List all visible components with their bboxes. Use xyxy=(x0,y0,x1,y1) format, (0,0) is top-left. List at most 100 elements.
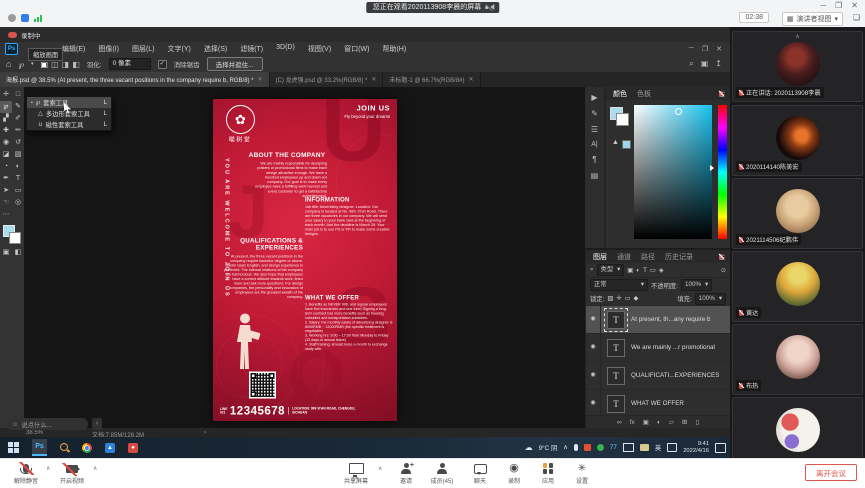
menu-edit[interactable]: 编辑(E) xyxy=(62,44,85,54)
taskbar-clock[interactable]: 9:41 2022/4/16 xyxy=(683,441,709,454)
blend-mode-dropdown[interactable]: 正常 ▾ xyxy=(590,279,648,291)
flyout-polygon-lasso-tool[interactable]: △ 多边形套索工具 L xyxy=(27,108,111,119)
share-options-chevron[interactable]: ∧ xyxy=(378,465,382,472)
properties-panel-icon[interactable]: ☰ xyxy=(591,125,598,134)
chat-input[interactable]: ☺ 说点什么... xyxy=(6,418,88,430)
hand-tool-icon[interactable]: ☜ xyxy=(0,197,12,209)
canvas-area[interactable]: U S J O ✿ 喵树堂 JOIN US Fly beyond your dr… xyxy=(24,87,585,428)
adjustment-layer-icon[interactable]: ◐ xyxy=(657,419,661,426)
lock-all-icon[interactable]: ◆ xyxy=(634,295,639,302)
brush-tool-icon[interactable]: ✏ xyxy=(12,125,24,137)
layer-row[interactable]: ◉ T We are mainly ...r promotional xyxy=(586,334,730,362)
filter-toggle-icon[interactable]: ⊙ xyxy=(721,267,726,274)
filter-pixel-icon[interactable]: ▣ xyxy=(627,267,633,274)
timeline-panel-icon[interactable]: ▤ xyxy=(591,171,599,180)
layer-group-icon[interactable]: ▱ xyxy=(669,418,674,426)
weather-text[interactable]: 9°C 阴 xyxy=(539,443,558,452)
background-color-swatch[interactable] xyxy=(9,232,21,244)
doc-tab-3[interactable]: 未标题-1 @ 66.7%(RGB/8#) ✕ xyxy=(383,72,480,87)
tab-paths[interactable]: 路径 xyxy=(641,252,655,262)
workspace-icon[interactable]: ▣ xyxy=(701,59,709,69)
layer-visibility-icon[interactable]: ◉ xyxy=(586,362,601,389)
notification-center-icon[interactable] xyxy=(715,443,726,453)
audio-options-chevron[interactable]: ∧ xyxy=(46,465,50,472)
tray-wechat-icon[interactable] xyxy=(597,444,604,451)
layer-search-icon[interactable]: ⌕ xyxy=(590,266,594,274)
doc-tab-2[interactable]: (C) 龙虎强.psd @ 33.2%(RGB/8) * ✕ xyxy=(270,72,384,87)
menu-select[interactable]: 选择(S) xyxy=(204,44,227,54)
menu-image[interactable]: 图像(I) xyxy=(98,44,119,54)
menu-filter[interactable]: 滤镜(T) xyxy=(240,44,263,54)
paragraph-panel-icon[interactable]: ¶ xyxy=(592,155,596,164)
fullscreen-button[interactable]: ❏ xyxy=(853,13,860,22)
taskbar-meeting-app-icon[interactable]: ▲ xyxy=(105,443,115,453)
new-layer-icon[interactable]: ⊞ xyxy=(682,418,687,426)
share-image-icon[interactable]: ↥ xyxy=(715,59,722,69)
blur-tool-icon[interactable]: ◔ xyxy=(0,161,12,173)
tray-red-app-icon[interactable] xyxy=(584,444,591,451)
tray-chevron-up-icon[interactable]: ∧ xyxy=(563,444,568,451)
status-expand-icon[interactable]: › xyxy=(204,430,206,436)
taskbar-photoshop-icon[interactable]: Ps xyxy=(32,439,47,456)
layer-row[interactable]: ◉ T QUALIFICATI...EXPERIENCES xyxy=(586,362,730,390)
antialias-checkbox[interactable]: ✓ xyxy=(158,60,167,69)
hue-slider-arrow[interactable] xyxy=(710,165,717,171)
path-select-tool-icon[interactable]: ➤ xyxy=(0,185,12,197)
hue-slider[interactable] xyxy=(718,105,727,239)
members-button[interactable]: 成员(45) xyxy=(424,462,460,485)
share-screen-button[interactable]: 共享屏幕 xyxy=(338,462,374,485)
shape-tool-icon[interactable]: ▭ xyxy=(12,185,24,197)
tray-folder-icon[interactable] xyxy=(640,444,649,451)
panel-menu-icon[interactable]: ☰ xyxy=(719,254,723,260)
pen-tool-icon[interactable]: ✒ xyxy=(0,173,12,185)
menu-help[interactable]: 帮助(H) xyxy=(382,44,406,54)
screen-mode-icon[interactable]: ◧ xyxy=(12,247,24,259)
photoshop-logo[interactable]: Ps xyxy=(5,43,18,55)
zoom-level[interactable]: 38.5% xyxy=(26,430,43,436)
marquee-tool-icon[interactable]: □ xyxy=(12,89,24,101)
crop-tool-icon[interactable]: ▞ xyxy=(0,113,12,125)
tray-keyboard-icon[interactable] xyxy=(667,443,677,452)
filter-adjustment-icon[interactable]: ◐ xyxy=(636,267,640,274)
gamut-color-swatch[interactable] xyxy=(622,140,631,149)
dodge-tool-icon[interactable]: ◐ xyxy=(12,161,24,173)
collapse-chevron-icon[interactable]: ∧ xyxy=(795,33,799,40)
unmute-button[interactable]: 解除静音 xyxy=(8,462,44,485)
filter-type-icon[interactable]: T xyxy=(643,267,647,274)
more-tools-icon[interactable]: ⋯ xyxy=(0,209,12,221)
layer-mask-icon[interactable]: ▣ xyxy=(643,418,649,426)
lasso-option-icon[interactable]: ℘ xyxy=(18,60,24,69)
feather-input[interactable]: 0 像素 xyxy=(109,58,151,70)
smiley-icon[interactable]: ☺ xyxy=(12,421,18,428)
leave-meeting-button[interactable]: 离开会议 xyxy=(805,464,857,481)
tray-display-icon[interactable] xyxy=(623,443,634,452)
video-options-chevron[interactable]: ∧ xyxy=(93,465,97,472)
link-layers-icon[interactable]: ∞ xyxy=(617,419,622,426)
menu-window[interactable]: 窗口(W) xyxy=(344,44,369,54)
eraser-tool-icon[interactable]: ◪ xyxy=(0,149,12,161)
home-icon[interactable]: ⌂ xyxy=(6,59,11,69)
gradient-tool-icon[interactable]: ▧ xyxy=(12,149,24,161)
layer-visibility-icon[interactable]: ◉ xyxy=(586,306,601,333)
lock-transparent-icon[interactable]: ▨ xyxy=(607,295,613,302)
opacity-dropdown[interactable]: 100% ▾ xyxy=(681,279,712,291)
participant-tile[interactable] xyxy=(732,397,863,458)
flyout-magnetic-lasso-tool[interactable]: ∪ 磁性套索工具 L xyxy=(27,119,111,130)
clone-stamp-tool-icon[interactable]: ◉ xyxy=(0,137,12,149)
ps-restore-button[interactable]: ❐ xyxy=(702,45,708,53)
tab-history[interactable]: 历史记录 xyxy=(665,252,693,262)
color-picker-marker[interactable] xyxy=(675,108,682,115)
ps-minimize-button[interactable]: ─ xyxy=(689,45,694,53)
tab-close-icon[interactable]: ✕ xyxy=(469,76,474,83)
zoom-tool-icon[interactable]: ◎ xyxy=(12,197,24,209)
speaker-view-button[interactable]: ▦ 演讲者视图 ▾ xyxy=(782,12,843,26)
participant-tile[interactable]: 2021114506纪鹏伟 xyxy=(732,178,863,249)
quick-select-tool-icon[interactable]: ✎ xyxy=(12,101,24,113)
brush-settings-panel-icon[interactable]: ✎ xyxy=(591,109,598,118)
tab-channels[interactable]: 通道 xyxy=(617,252,631,262)
lasso-tool-icon[interactable]: ℘ xyxy=(0,101,12,113)
fill-dropdown[interactable]: 100% ▾ xyxy=(695,293,726,305)
quick-mask-icon[interactable]: ▣ xyxy=(0,247,12,259)
tab-close-icon[interactable]: ✕ xyxy=(258,76,263,83)
eyedropper-tool-icon[interactable]: ✐ xyxy=(12,113,24,125)
